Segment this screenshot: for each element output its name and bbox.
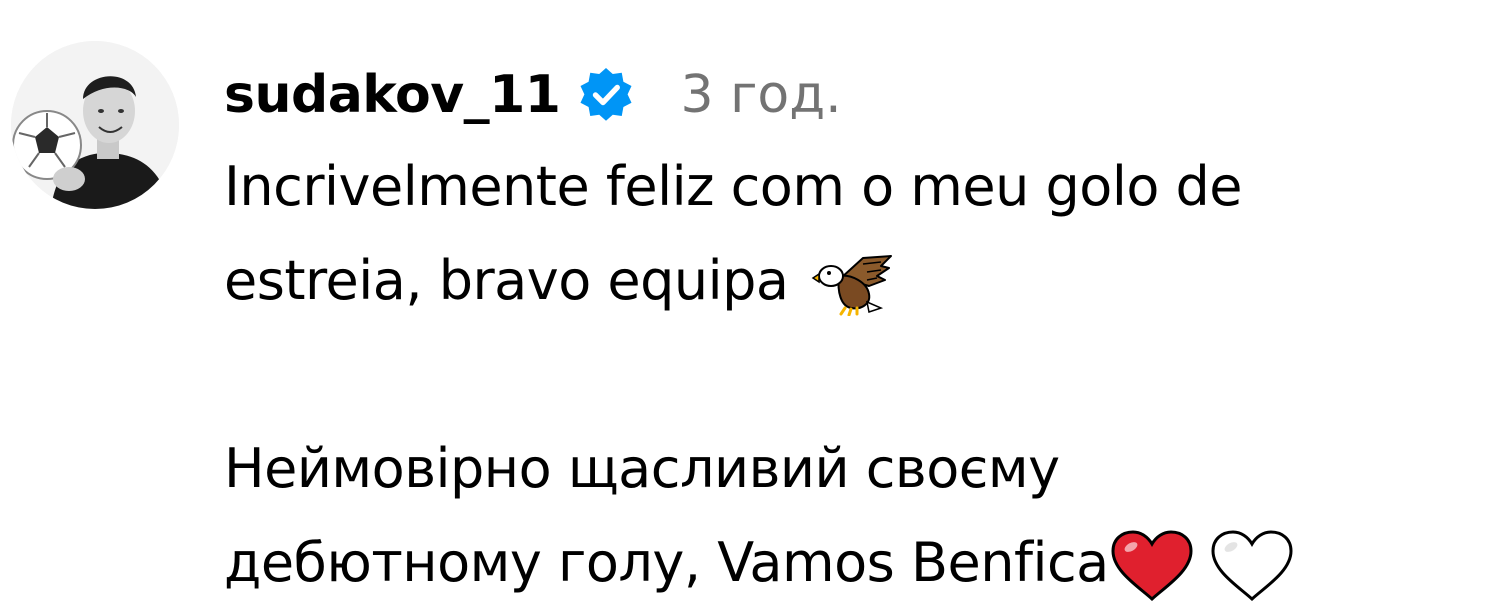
comment-line: estreia, bravo equipa — [224, 234, 1494, 328]
comment-line-text: Incrivelmente feliz com o meu golo de — [224, 155, 1243, 218]
white-heart-icon — [1209, 529, 1295, 603]
avatar[interactable] — [11, 41, 179, 209]
comment-header: sudakov_11 3 год. — [224, 60, 842, 130]
comment-line-text: Неймовірно щасливий своєму — [224, 437, 1060, 500]
comment-line: Incrivelmente feliz com o meu golo de — [224, 140, 1494, 234]
timestamp[interactable]: 3 год. — [680, 65, 841, 125]
red-heart-icon — [1109, 529, 1195, 603]
comment-line-text: estreia, bravo equipa — [224, 249, 789, 312]
eagle-icon — [811, 252, 895, 317]
comment: sudakov_11 3 год. Incrivelmente feliz co… — [0, 0, 1500, 616]
comment-line: Неймовірно щасливий своєму — [224, 422, 1494, 516]
comment-text: Incrivelmente feliz com o meu golo de es… — [224, 140, 1494, 610]
verified-badge-icon — [576, 65, 636, 125]
avatar-image — [11, 41, 179, 209]
comment-line: дебютному голу, Vamos Benfica — [224, 516, 1494, 610]
username-link[interactable]: sudakov_11 — [224, 65, 561, 125]
comment-line-text: дебютному голу, Vamos Benfica — [224, 531, 1109, 594]
